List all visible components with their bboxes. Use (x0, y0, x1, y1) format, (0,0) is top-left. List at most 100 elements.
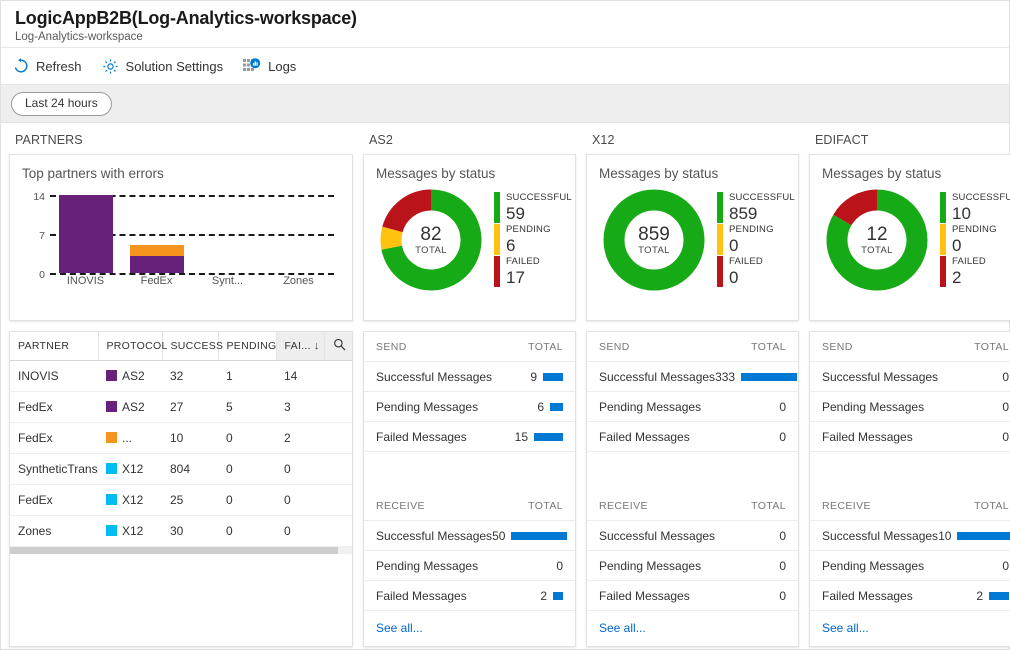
cell-spacer (324, 515, 352, 547)
receive-stat-row[interactable]: Pending Messages 0 (810, 551, 1010, 581)
chart-bar-group[interactable] (192, 195, 263, 273)
column-header-pending[interactable]: PENDING (218, 332, 277, 361)
messages-by-status-card[interactable]: Messages by status 859 TOTAL SUCCESSFUL 859 P… (586, 154, 799, 321)
chart-bar-segment (58, 195, 113, 273)
legend-item[interactable]: PENDING 0 (940, 224, 1010, 255)
chart-x-tick-label: FedEx (140, 275, 173, 287)
send-stat-row[interactable]: Failed Messages 0 (810, 422, 1010, 452)
donut-chart (826, 189, 928, 291)
send-stat-row[interactable]: Pending Messages 0 (810, 392, 1010, 422)
cell-failed: 0 (276, 484, 324, 516)
messages-by-status-card[interactable]: Messages by status 82 TOTAL SUCCESSFUL 59 PEN… (363, 154, 576, 321)
chart-bar-group[interactable] (50, 195, 121, 273)
cell-protocol: X12 (98, 453, 162, 485)
cell-protocol: AS2 (98, 391, 162, 423)
stat-label: Pending Messages (599, 558, 702, 573)
message-counts-card[interactable]: SEND TOTAL Successful Messages 333 Pending M… (586, 331, 799, 647)
send-stat-row[interactable]: Pending Messages 6 (364, 392, 575, 422)
table-row[interactable]: FedEx... 10 0 2 (10, 422, 352, 454)
receive-stat-row[interactable]: Failed Messages 2 (810, 581, 1010, 611)
section-label: RECEIVE (376, 500, 425, 512)
send-stat-row[interactable]: Successful Messages 9 (364, 362, 575, 392)
stat-value: 6 (537, 399, 544, 414)
chart-bar-segment (129, 245, 184, 257)
page-header: LogicAppB2B(Log-Analytics-workspace) Log… (1, 1, 1009, 48)
column-header-success[interactable]: SUCCESS (162, 332, 223, 361)
legend-item[interactable]: SUCCESSFUL 859 (717, 192, 795, 223)
chart-bar-group[interactable] (263, 195, 334, 273)
message-counts-card[interactable]: SEND TOTAL Successful Messages 9 Pending Mes… (363, 331, 576, 647)
column-header-partner[interactable]: PARTNER (10, 332, 99, 361)
send-stat-row[interactable]: Successful Messages 333 (587, 362, 798, 392)
legend-item[interactable]: SUCCESSFUL10 (940, 192, 1010, 223)
donut-segment[interactable] (382, 189, 432, 233)
donut-segment[interactable] (833, 189, 878, 226)
stat-label: Successful Messages (822, 528, 939, 543)
scrollbar-thumb[interactable] (10, 547, 339, 554)
receive-stat-row[interactable]: Pending Messages 0 (587, 551, 798, 581)
refresh-button[interactable]: Refresh (13, 48, 82, 84)
cell-pending: 0 (218, 453, 276, 485)
send-stat-row[interactable]: Failed Messages 0 (587, 422, 798, 452)
see-all-link[interactable]: See all... (810, 611, 1010, 645)
table-row[interactable]: INOVIS AS2 32 1 14 (10, 360, 352, 392)
receive-stat-row[interactable]: Failed Messages 0 (587, 581, 798, 611)
send-stat-row[interactable]: Failed Messages 15 (364, 422, 575, 452)
legend-item[interactable]: PENDING 0 (717, 224, 795, 255)
see-all-link[interactable]: See all... (587, 611, 798, 645)
receive-stat-row[interactable]: Failed Messages 2 (364, 581, 575, 611)
dashboard-page: LogicAppB2B(Log-Analytics-workspace) Log… (0, 0, 1010, 650)
stat-bar (511, 531, 568, 540)
donut-wrapper: 12 TOTAL (824, 187, 930, 293)
table-row[interactable]: FedEx X12 25 0 0 (10, 484, 352, 516)
time-range-filter[interactable]: Last 24 hours (11, 91, 112, 116)
cell-protocol: X12 (98, 484, 162, 516)
donut-card-title: Messages by status (822, 166, 942, 181)
cell-failed: 0 (276, 515, 324, 547)
receive-stat-row[interactable]: Pending Messages 0 (364, 551, 575, 581)
table-horizontal-scrollbar[interactable] (10, 547, 352, 554)
column-header-failed[interactable]: FAI... ↓ (276, 332, 325, 361)
stat-bar (534, 432, 563, 441)
stat-label: Successful Messages (599, 369, 716, 384)
top-partners-chart-card[interactable]: Top partners with errors 0 7 14 INOVIS FedE… (9, 154, 353, 321)
logs-button[interactable]: Logs (243, 48, 296, 84)
stat-bar (553, 591, 563, 600)
legend-item[interactable]: PENDING 6 (494, 224, 572, 255)
legend-color-bar (494, 192, 500, 223)
solution-settings-button[interactable]: Solution Settings (102, 48, 223, 84)
see-all-link[interactable]: See all... (364, 611, 575, 645)
donut-segment[interactable] (603, 189, 705, 291)
stat-label: Pending Messages (822, 399, 925, 414)
message-counts-card[interactable]: SEND TOTAL Successful Messages 0 Pending Mes… (809, 331, 1010, 647)
legend-item[interactable]: SUCCESSFUL 59 (494, 192, 572, 223)
cell-success: 30 (162, 515, 218, 547)
send-stat-row[interactable]: Successful Messages 0 (810, 362, 1010, 392)
table-row[interactable]: FedEx AS2 27 5 3 (10, 391, 352, 423)
stat-value: 0 (1002, 429, 1009, 444)
page-title: LogicAppB2B(Log-Analytics-workspace) (15, 8, 357, 28)
legend-item[interactable]: FAILED 2 (940, 256, 1010, 287)
donut-segment[interactable] (380, 226, 403, 250)
legend-item[interactable]: FAILED 17 (494, 256, 572, 287)
stat-label: Pending Messages (822, 558, 925, 573)
stat-bar (741, 372, 798, 381)
cell-success: 27 (162, 391, 218, 423)
search-icon (333, 338, 346, 354)
cell-pending: 5 (218, 391, 276, 423)
receive-stat-row[interactable]: Successful Messages 50 (364, 521, 575, 551)
receive-stat-row[interactable]: Successful Messages 10 (810, 521, 1010, 551)
partners-table-card[interactable]: PARTNER PROTOCOL SUCCESS PENDING FAI... ↓ (9, 331, 353, 647)
section-label: SEND (376, 341, 407, 353)
table-search-button[interactable] (324, 332, 352, 361)
table-row[interactable]: SyntheticTrans X12 804 0 0 (10, 453, 352, 485)
legend-item[interactable]: FAILED 0 (717, 256, 795, 287)
column-header-protocol[interactable]: PROTOCOL (98, 332, 167, 361)
table-row[interactable]: Zones X12 30 0 0 (10, 515, 352, 547)
messages-by-status-card[interactable]: Messages by status 12TOTAL SUCCESSFUL10PEN… (809, 154, 1010, 321)
send-stat-row[interactable]: Pending Messages 0 (587, 392, 798, 422)
receive-stat-row[interactable]: Successful Messages 0 (587, 521, 798, 551)
legend-value: 2 (952, 268, 962, 287)
chart-bar-group[interactable] (121, 195, 192, 273)
